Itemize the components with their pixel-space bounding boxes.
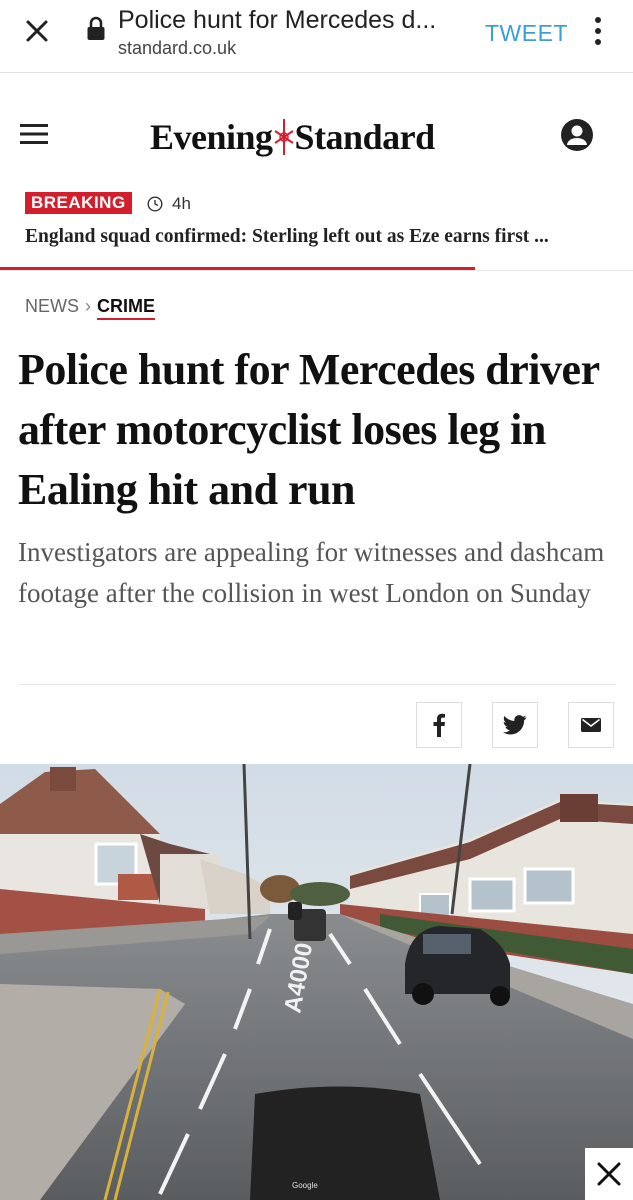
breaking-badge: BREAKING (25, 192, 132, 214)
kebab-menu-icon[interactable] (590, 16, 606, 46)
photo-watermark: Google (292, 1181, 318, 1190)
close-icon[interactable] (20, 14, 54, 48)
browser-domain: standard.co.uk (118, 38, 237, 58)
chevron-right-icon: › (85, 296, 91, 316)
article-standfirst: Investigators are appealing for witnesse… (18, 537, 605, 608)
ad-close-button[interactable] (585, 1148, 633, 1200)
breadcrumb: NEWS › CRIME (25, 296, 155, 320)
tweet-button[interactable]: TWEET (485, 20, 568, 47)
street-view-image: A4000 Google (0, 764, 633, 1200)
article-headline: Police hunt for Mercedes driver after mo… (18, 345, 599, 514)
facebook-icon (433, 713, 445, 737)
article-photo: A4000 Google (0, 764, 633, 1200)
divider (18, 684, 616, 685)
logo-word-standard: Standard (294, 116, 436, 157)
logo-word-evening: Evening (150, 116, 273, 157)
breaking-time: 4h (172, 194, 191, 213)
close-icon (597, 1162, 621, 1186)
logo-emblem-icon (273, 118, 294, 155)
breaking-progress-bar (0, 267, 475, 270)
lock-icon (87, 16, 105, 40)
site-logo[interactable]: Evening Standard (150, 112, 470, 158)
share-facebook-button[interactable] (416, 702, 462, 748)
clock-icon (147, 196, 163, 212)
browser-toolbar: Police hunt for Mercedes d... standard.c… (0, 0, 633, 73)
site-header: Evening Standard (0, 74, 633, 193)
breaking-headline[interactable]: England squad confirmed: Sterling left o… (25, 226, 615, 248)
share-twitter-button[interactable] (492, 702, 538, 748)
email-icon (581, 718, 601, 732)
share-email-button[interactable] (568, 702, 614, 748)
breadcrumb-crime[interactable]: CRIME (97, 296, 155, 320)
hamburger-menu-icon[interactable] (20, 123, 48, 145)
browser-page-title: Police hunt for Mercedes d... (118, 6, 437, 34)
account-icon[interactable] (560, 118, 594, 152)
twitter-icon (503, 715, 527, 735)
breadcrumb-news[interactable]: NEWS (25, 296, 79, 316)
breaking-news-banner[interactable]: BREAKING 4h England squad confirmed: Ste… (0, 192, 633, 271)
